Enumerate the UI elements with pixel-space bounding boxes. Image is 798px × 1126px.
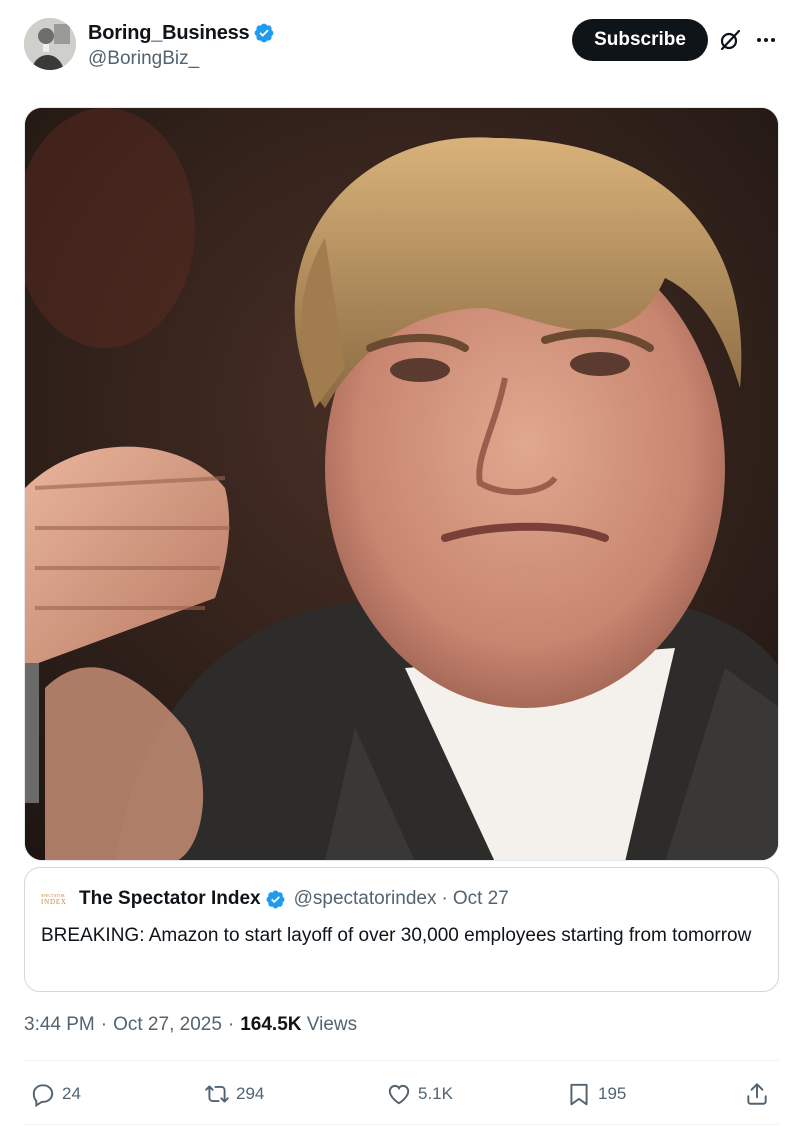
divider [24, 1124, 779, 1125]
retweet-icon [205, 1085, 229, 1103]
author-display-name[interactable]: Boring_Business [88, 22, 250, 45]
retweet-button[interactable]: 294 [204, 1076, 264, 1112]
reply-count: 24 [62, 1084, 81, 1103]
views-count: 164.5K [240, 1014, 302, 1035]
quoted-tweet[interactable]: SPECTATOR INDEX The Spectator Index @spe… [24, 867, 779, 992]
author-handle[interactable]: @BoringBiz_ [88, 48, 275, 70]
reply-button[interactable]: 24 [30, 1076, 81, 1112]
media-photo [25, 108, 778, 860]
tweet-date[interactable]: Oct 27, 2025 [113, 1014, 222, 1035]
tweet-time[interactable]: 3:44 PM [24, 1014, 95, 1035]
quoted-tweet-header: SPECTATOR INDEX The Spectator Index @spe… [41, 886, 509, 912]
bookmark-button[interactable]: 195 [566, 1076, 626, 1112]
views-label: Views [306, 1014, 358, 1035]
more-dots-icon[interactable] [754, 28, 778, 52]
quoted-author-logo[interactable]: SPECTATOR INDEX [41, 892, 73, 906]
divider [24, 1060, 779, 1061]
quoted-tweet-date[interactable]: Oct 27 [453, 888, 509, 910]
like-count: 5.1K [418, 1084, 453, 1103]
retweet-count: 294 [236, 1084, 265, 1103]
quoted-author-handle[interactable]: @spectatorindex [294, 888, 437, 910]
heart-icon [388, 1084, 410, 1105]
author-avatar[interactable] [24, 18, 76, 70]
separator-dot: · [227, 1014, 235, 1035]
verified-badge-icon [255, 23, 274, 43]
tweet-header: Boring_Business @BoringBiz_ Subscribe [24, 18, 782, 74]
like-button[interactable]: 5.1K [386, 1076, 453, 1112]
bookmark-icon [570, 1083, 588, 1106]
tweet-actions-bar: 24 294 5.1K 195 [0, 1076, 798, 1112]
verified-badge-icon [266, 890, 285, 908]
share-upload-icon [747, 1083, 767, 1105]
separator-dot: · [100, 1014, 108, 1035]
author-names: Boring_Business @BoringBiz_ [88, 20, 275, 70]
subscribe-button[interactable]: Subscribe [572, 19, 708, 61]
tweet-metadata: 3:44 PM · Oct 27, 2025 · 164.5K Views [24, 1014, 357, 1036]
bookmark-count: 195 [598, 1084, 627, 1103]
tweet-media-image[interactable] [24, 107, 779, 861]
quoted-author-name[interactable]: The Spectator Index [79, 888, 261, 910]
grok-slash-icon[interactable] [718, 28, 742, 52]
share-button[interactable] [744, 1076, 776, 1112]
quoted-tweet-text: BREAKING: Amazon to start layoff of over… [41, 925, 752, 946]
separator-dot: · [441, 888, 448, 909]
reply-bubble-icon [32, 1084, 54, 1107]
